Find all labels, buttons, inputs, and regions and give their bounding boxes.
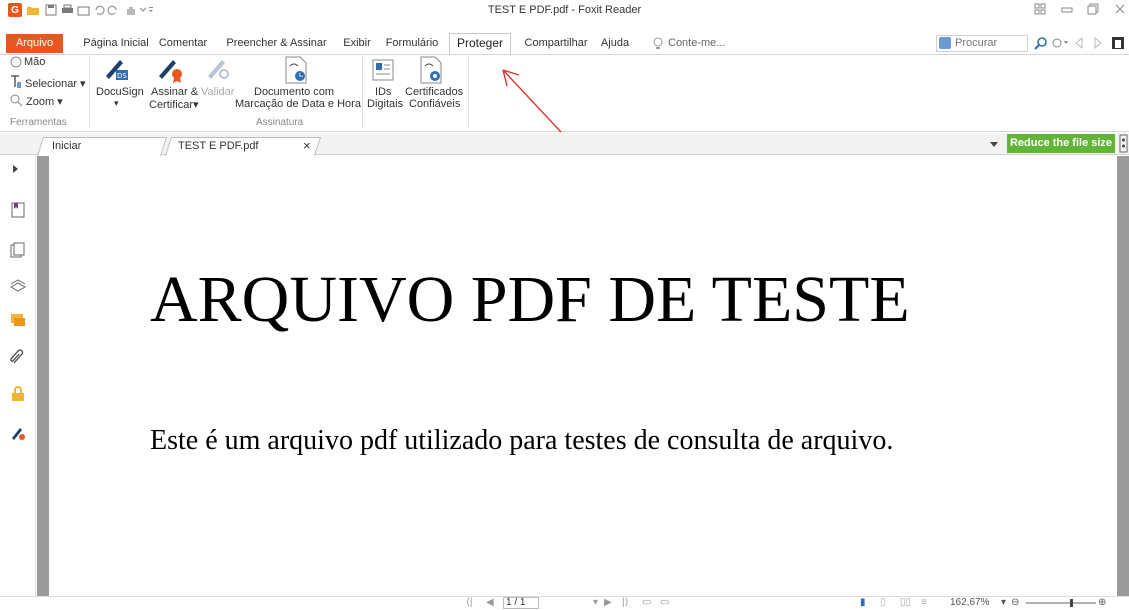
facing-view-icon[interactable]: ▯▯ [900, 597, 911, 608]
first-page-icon[interactable]: ⟨| [466, 597, 473, 608]
search-icon[interactable] [1034, 36, 1048, 53]
ids-button-line1[interactable]: IDs [375, 86, 392, 98]
documento-button-line1[interactable]: Documento com [254, 86, 334, 98]
tab-proteger[interactable]: Proteger [449, 33, 511, 54]
bookmarks-icon[interactable] [10, 202, 26, 218]
page-dropdown-icon[interactable]: ▾ [593, 597, 598, 608]
single-page-view-icon[interactable]: ▮ [860, 597, 866, 608]
assinar-button-line1[interactable]: Assinar & [151, 86, 198, 98]
close-window-icon[interactable] [1114, 3, 1126, 18]
lightbulb-icon [650, 34, 666, 53]
timestamp-document-icon [284, 56, 308, 87]
tray-icon[interactable] [1119, 134, 1128, 156]
layers-icon[interactable] [9, 278, 27, 294]
tab-compartilhar[interactable]: Compartilhar [519, 34, 593, 53]
settings-icon[interactable] [1051, 37, 1071, 52]
next-view-icon[interactable]: ▭ [660, 597, 669, 608]
pages-icon[interactable] [10, 242, 26, 258]
selecionar-tool[interactable]: Selecionar ▾ [25, 77, 86, 90]
tab-pagina-inicial[interactable]: Página Inicial [76, 34, 156, 53]
tab-comentar[interactable]: Comentar [155, 34, 211, 53]
mao-tool[interactable]: Mão [24, 56, 45, 68]
sign-certify-icon [155, 56, 185, 87]
right-gutter [1117, 156, 1129, 596]
ribbon-display-icon[interactable] [1034, 3, 1046, 18]
trusted-certificates-icon [419, 56, 443, 87]
document-heading: ARQUIVO PDF DE TESTE [150, 263, 910, 336]
panel-toggle-icon[interactable] [1111, 36, 1125, 53]
navigation-panel [0, 156, 36, 596]
window-title: TEST E PDF.pdf - Foxit Reader [487, 4, 642, 16]
page-number-input[interactable]: 1 / 1 [503, 597, 539, 609]
continuous-facing-view-icon[interactable]: ≡ [921, 597, 927, 608]
attachments-icon[interactable] [10, 349, 26, 365]
comments-icon[interactable] [10, 312, 26, 328]
assinatura-group-label: Assinatura [256, 117, 304, 128]
annotation-arrow-icon [502, 69, 562, 133]
certificados-button-line1[interactable]: Certificados [405, 86, 463, 98]
search-input[interactable]: Procurar [936, 35, 1028, 52]
back-icon[interactable] [1074, 36, 1084, 52]
close-tab-icon[interactable]: × [303, 137, 311, 155]
tab-arquivo[interactable]: Arquivo [6, 34, 63, 53]
ferramentas-group-label: Ferramentas [10, 117, 67, 128]
document-body-text: Este é um arquivo pdf utilizado para tes… [150, 425, 894, 456]
zoom-out-icon[interactable]: ⊖ [1011, 597, 1019, 608]
tab-ajuda[interactable]: Ajuda [598, 34, 632, 53]
select-text-icon [10, 75, 22, 92]
restore-icon[interactable] [1087, 3, 1099, 18]
pdf-page [49, 156, 1117, 596]
tab-test-e-pdf[interactable]: TEST E PDF.pdf [178, 137, 259, 155]
continuous-view-icon[interactable]: ▯ [880, 597, 886, 608]
certificar-label: Certificar [149, 99, 194, 111]
title-bar: G TEST E PDF.pdf - Foxit Reader [0, 0, 1129, 20]
zoom-icon [10, 94, 23, 110]
validate-icon [204, 56, 232, 87]
next-page-icon[interactable]: ▶ [604, 597, 612, 608]
tell-me-input[interactable]: Conte-me... [668, 34, 734, 53]
tab-iniciar[interactable]: Iniciar [52, 137, 81, 155]
docusign-button[interactable]: DocuSign [96, 86, 144, 98]
reduce-file-size-button[interactable]: Reduce the file size [1007, 134, 1115, 153]
documento-button-line2[interactable]: Marcação de Data e Hora [235, 98, 361, 110]
last-page-icon[interactable]: |⟩ [622, 597, 629, 608]
previous-view-icon[interactable]: ▭ [642, 597, 651, 608]
tab-preencher-assinar[interactable]: Preencher & Assinar [219, 34, 334, 53]
svg-text:DS: DS [117, 72, 127, 80]
search-field-icon [939, 37, 951, 49]
ids-button-line2[interactable]: Digitais [367, 98, 403, 110]
validar-button[interactable]: Validar [201, 86, 234, 98]
zoom-slider[interactable] [1026, 598, 1096, 610]
tab-formulario[interactable]: Formulário [383, 34, 441, 53]
previous-page-icon[interactable]: ◀ [486, 597, 494, 608]
ribbon-divider-3 [468, 56, 469, 128]
tab-list-dropdown-icon[interactable] [990, 142, 998, 147]
security-lock-icon[interactable] [10, 386, 26, 402]
search-placeholder: Procurar [955, 37, 998, 49]
expand-panel-icon[interactable] [12, 164, 28, 180]
docusign-icon: DS [100, 56, 130, 85]
assinar-button-line2[interactable]: Certificar▾ [149, 98, 199, 111]
ribbon-divider-2 [362, 56, 363, 128]
zoom-in-icon[interactable]: ⊕ [1098, 597, 1106, 608]
hand-icon [10, 56, 22, 71]
certificados-button-line2[interactable]: Confiáveis [409, 98, 460, 110]
forward-icon[interactable] [1093, 36, 1103, 52]
selecionar-label: Selecionar [25, 78, 77, 90]
minimize-icon[interactable] [1061, 3, 1073, 18]
zoom-dropdown-icon[interactable]: ▾ [1001, 597, 1006, 608]
tab-exibir[interactable]: Exibir [340, 34, 374, 53]
signatures-icon[interactable] [10, 426, 26, 442]
zoom-level[interactable]: 162,67% [950, 597, 989, 608]
docusign-dropdown-icon[interactable]: ▾ [114, 98, 119, 109]
left-gutter [37, 156, 49, 596]
ribbon-divider [89, 56, 90, 128]
zoom-tool[interactable]: Zoom ▾ [26, 95, 63, 108]
zoom-label: Zoom [26, 96, 55, 108]
digital-id-icon [372, 58, 394, 85]
